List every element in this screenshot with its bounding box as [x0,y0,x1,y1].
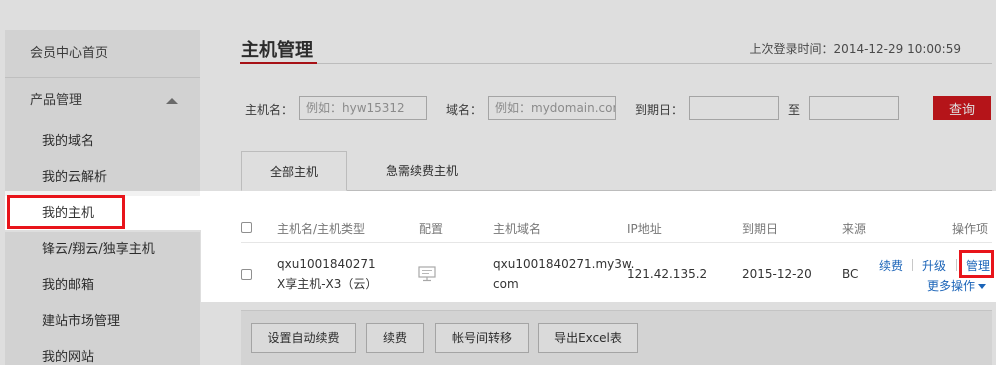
action-separator [956,259,957,271]
sidebar-item-site-market[interactable]: 建站市场管理 [5,304,200,340]
last-login-time: 上次登录时间：2014-12-29 10:00:59 [749,42,961,56]
host-name-input[interactable] [299,96,427,120]
chevron-down-icon [978,284,987,289]
bulk-renew-button[interactable]: 续费 [366,323,424,353]
manage-link[interactable]: 管理 [966,257,990,274]
more-actions-dropdown[interactable]: 更多操作 [927,277,987,294]
expiry-label: 到期日： [635,103,684,117]
host-domain-cell-line2: com [493,277,519,291]
col-header-actions: 操作项 [952,222,989,236]
export-excel-button[interactable]: 导出Excel表 [538,323,638,353]
domain-label: 域名： [446,103,483,117]
ip-cell: 121.42.135.2 [627,267,708,281]
tab-all-hosts[interactable]: 全部主机 [241,151,347,191]
col-header-host: 主机名/主机类型 [277,222,366,236]
col-header-ip: IP地址 [627,222,662,236]
col-header-expiry: 到期日 [742,222,779,236]
col-header-domain: 主机域名 [493,222,542,236]
sidebar-item-cloud-dns[interactable]: 我的云解析 [5,160,200,196]
monitor-icon[interactable] [418,266,436,282]
select-all-checkbox[interactable] [241,222,252,233]
expiry-cell: 2015-12-20 [742,267,812,281]
action-separator [912,259,913,271]
expiry-to-label: 至 [788,103,801,117]
more-actions-label: 更多操作 [927,279,976,293]
tab-urgent-renewal[interactable]: 急需续费主机 [370,151,474,191]
table-header-divider [241,242,992,243]
expiry-end-input[interactable] [809,96,899,120]
bulk-actions-bar: 设置自动续费 续费 帐号间转移 导出Excel表 [241,310,992,365]
row-checkbox[interactable] [241,269,252,280]
domain-input[interactable] [488,96,616,120]
page-title: 主机管理 [241,40,313,61]
query-button[interactable]: 查询 [933,96,991,120]
sidebar-group-label: 产品管理 [30,93,83,108]
sidebar-item-my-website[interactable]: 我的网站 [5,340,200,365]
host-type-cell: X享主机-X3（云） [277,277,378,291]
upgrade-link[interactable]: 升级 [922,257,946,274]
title-divider [240,63,992,64]
expiry-start-input[interactable] [689,96,779,120]
main-content: 主机管理 上次登录时间：2014-12-29 10:00:59 主机名： 域名：… [200,0,996,365]
source-cell: BC [842,267,859,281]
title-underline [240,62,317,64]
sidebar-item-home[interactable]: 会员中心首页 [5,30,200,78]
sidebar-nav: 会员中心首页 产品管理 我的域名 我的云解析 我的主机 锋云/翔云/独享主机 我… [5,30,200,365]
sidebar-item-dedicated-hosts[interactable]: 锋云/翔云/独享主机 [5,232,200,268]
sidebar-group-products[interactable]: 产品管理 [5,78,200,124]
col-header-config: 配置 [419,222,444,236]
host-domain-cell-line1: qxu1001840271.my3w. [493,257,635,271]
host-name-label: 主机名： [245,103,294,117]
sidebar-item-domains[interactable]: 我的域名 [5,124,200,160]
account-transfer-button[interactable]: 帐号间转移 [435,323,529,353]
auto-renew-button[interactable]: 设置自动续费 [251,323,356,353]
tabs-divider [241,190,992,191]
sidebar-item-mailbox[interactable]: 我的邮箱 [5,268,200,304]
col-header-source: 来源 [842,222,867,236]
host-name-cell: qxu1001840271 [277,257,376,271]
sidebar-item-my-hosts[interactable]: 我的主机 [5,196,200,232]
renew-link[interactable]: 续费 [879,257,903,274]
collapse-arrow-icon[interactable] [166,98,178,104]
